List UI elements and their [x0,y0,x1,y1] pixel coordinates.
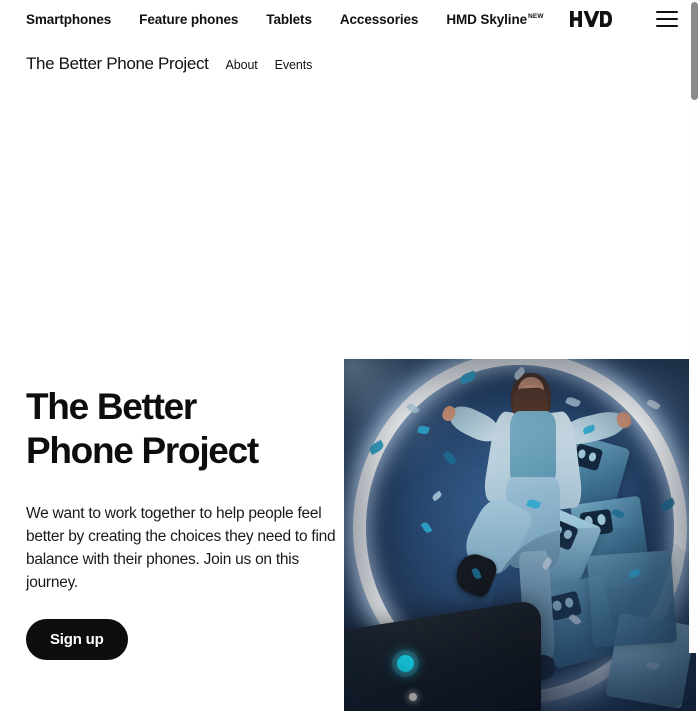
nav-link-hmd-skyline-label: HMD Skyline [446,11,527,27]
sub-nav-link-about[interactable]: About [226,58,258,72]
new-badge: NEW [528,13,544,20]
cyan-indicator-light [396,654,414,672]
sub-navigation-bar: The Better Phone Project About Events [0,38,700,90]
nav-link-accessories-label: Accessories [339,11,419,27]
sub-nav-link-events[interactable]: Events [275,58,313,72]
hamburger-bar-3 [656,25,678,27]
top-navigation-bar: Smartphones Feature phones Tablets Acces… [0,0,700,38]
page-scrollbar-track[interactable] [689,0,700,653]
nav-link-feature-phones[interactable]: Feature phones [139,12,238,27]
hero-copy-block: The Better Phone Project We want to work… [26,385,346,660]
hamburger-bar-1 [656,11,678,13]
nav-link-tablets-label: Tablets [266,11,312,27]
hmd-wordmark-icon [569,11,612,27]
nav-link-smartphones-label: Smartphones [26,11,112,27]
nav-link-accessories[interactable]: Accessories [339,11,419,27]
hero-body-text: We want to work together to help people … [26,505,336,591]
top-navigation-links: Smartphones Feature phones Tablets Acces… [26,12,544,27]
nav-link-smartphones[interactable]: Smartphones [26,12,111,27]
hmd-logo[interactable] [569,9,612,29]
hero-image [344,359,696,711]
nav-link-hmd-skyline[interactable]: HMD SkylineNEW [446,12,543,27]
sub-nav-title[interactable]: The Better Phone Project [26,54,209,74]
nav-link-tablets[interactable]: Tablets [266,12,312,27]
hamburger-menu-icon[interactable] [656,11,678,27]
nav-link-feature-phones-label: Feature phones [139,11,239,27]
hamburger-bar-2 [656,18,678,20]
person-torso [510,410,556,482]
sign-up-button[interactable]: Sign up [26,619,128,660]
page-scrollbar-thumb[interactable] [691,2,698,100]
hero-title: The Better Phone Project [26,386,259,471]
